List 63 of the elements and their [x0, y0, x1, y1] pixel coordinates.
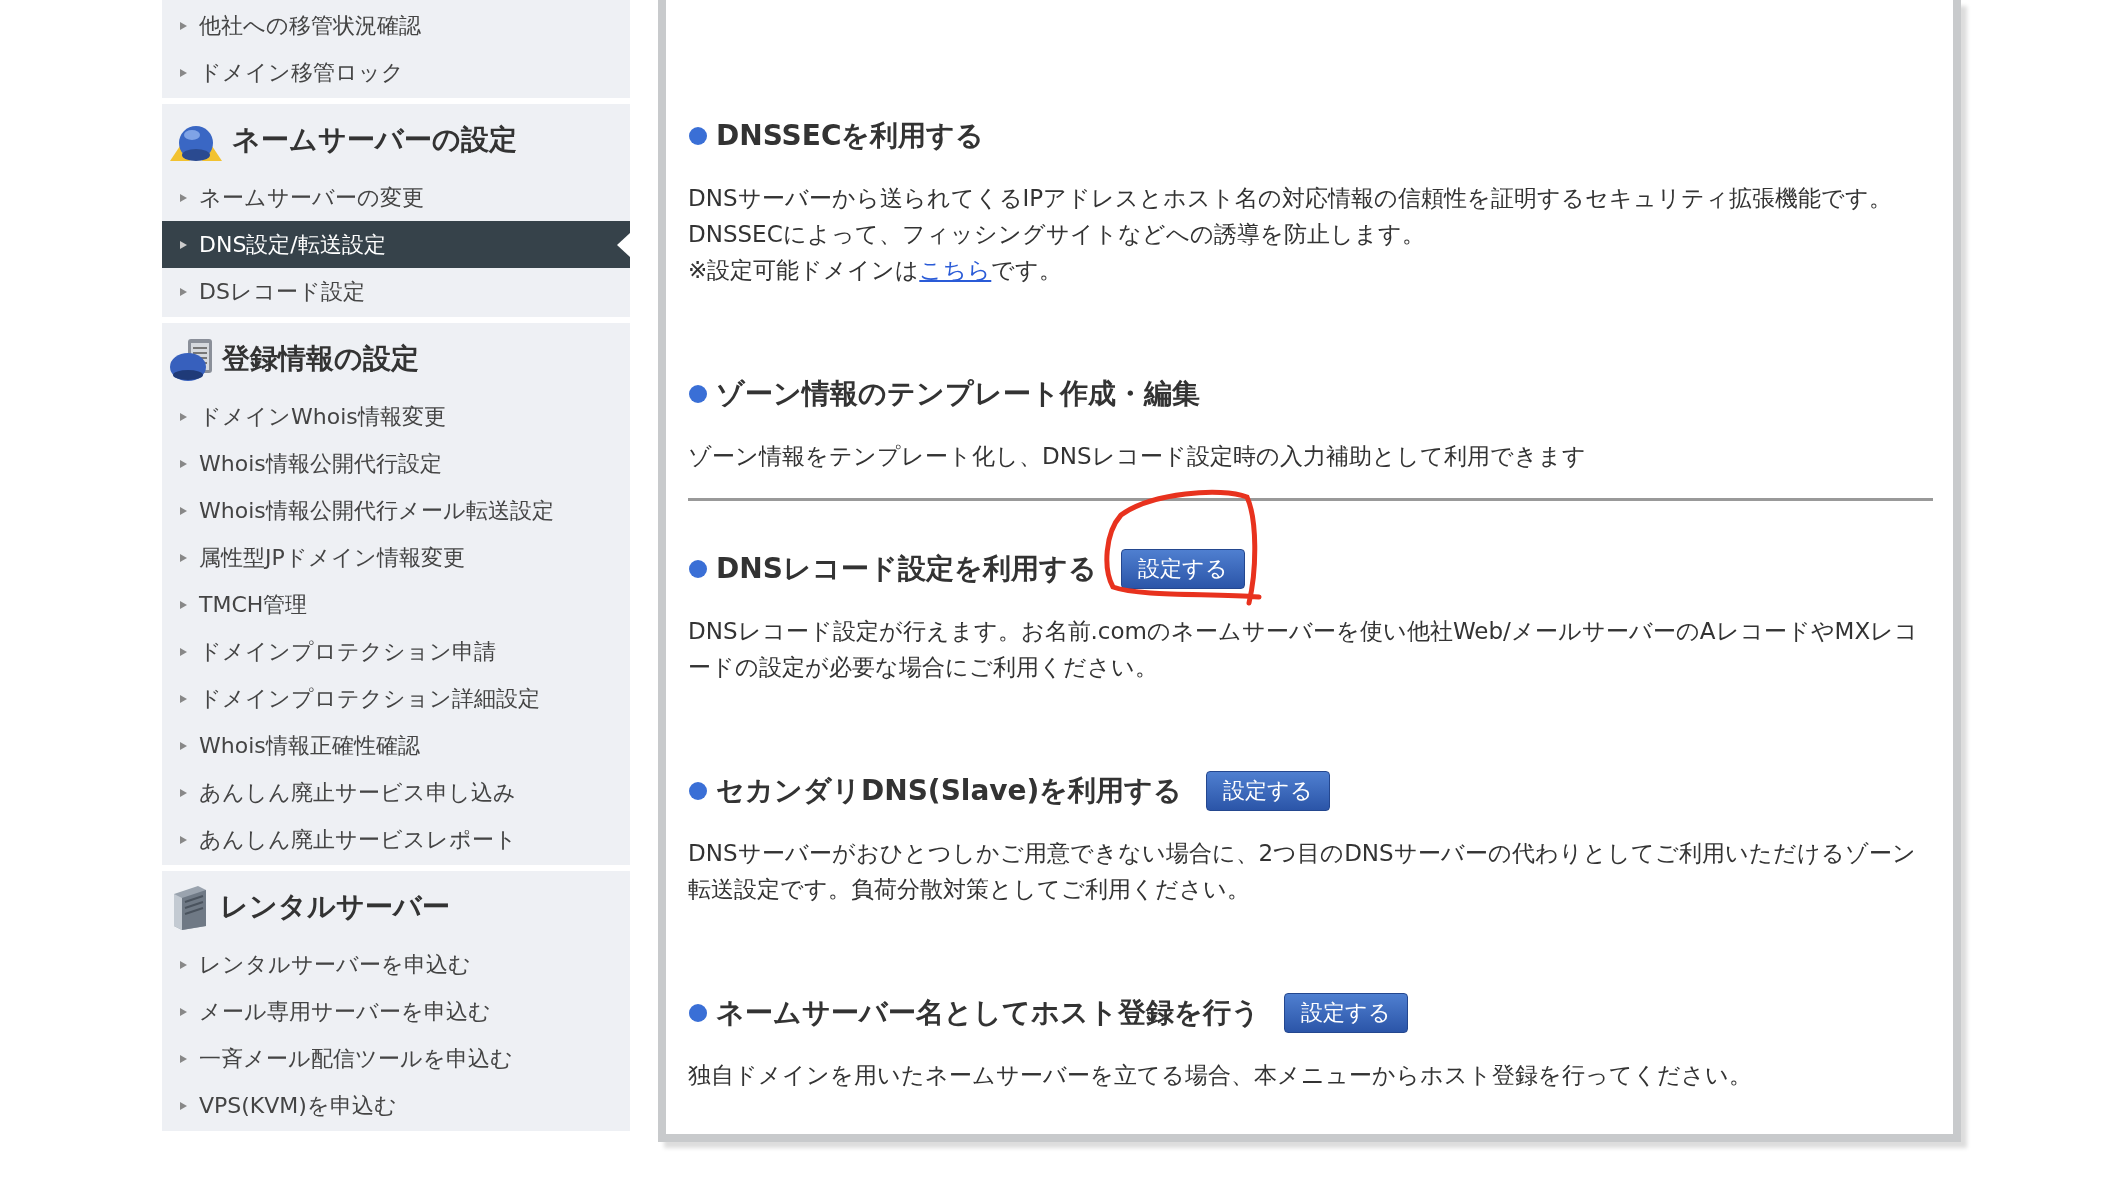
section-title: ゾーン情報のテンプレート作成・編集 — [716, 377, 1200, 411]
sidebar-link[interactable]: レンタルサーバーを申込む — [162, 941, 630, 988]
triangle-bullet-icon — [180, 287, 187, 296]
pointer-notch-icon — [617, 232, 630, 257]
settings-button[interactable]: 設定する — [1206, 771, 1331, 811]
triangle-bullet-icon — [180, 193, 187, 202]
triangle-bullet-icon — [180, 240, 187, 249]
description-text: DNSレコード設定が行えます。お名前.comのネームサーバーを使い他社Web/メールサーバーのAレコードやMXレコードの設定が必要な場合にご利用ください。 — [688, 617, 1920, 682]
sidebar-link[interactable]: あんしん廃止サービス申し込み — [162, 769, 630, 816]
triangle-bullet-icon — [180, 1101, 187, 1110]
sidebar-link[interactable]: Whois情報公開代行メール転送設定 — [162, 487, 630, 534]
sidebar-link[interactable]: VPS(KVM)を申込む — [162, 1082, 630, 1129]
section-heading: レンタルサーバー — [220, 889, 450, 925]
triangle-bullet-icon — [180, 788, 187, 797]
settings-button[interactable]: 設定する — [1120, 549, 1245, 589]
sidebar-link[interactable]: ドメイン移管ロック — [162, 49, 630, 96]
triangle-bullet-icon — [180, 1007, 187, 1016]
sidebar-link[interactable]: TMCH管理 — [162, 581, 630, 628]
triangle-bullet-icon — [180, 1054, 187, 1063]
sidebar-link[interactable]: ドメインプロテクション申請 — [162, 628, 630, 675]
triangle-bullet-icon — [180, 960, 187, 969]
triangle-bullet-icon — [180, 694, 187, 703]
sidebar-link[interactable]: ドメインプロテクション詳細設定 — [162, 675, 630, 722]
section-title: DNSSECを利用する — [716, 119, 985, 153]
sidebar-link[interactable]: 属性型JPドメイン情報変更 — [162, 534, 630, 581]
sidebar-link[interactable]: 他社への移管状況確認 — [162, 2, 630, 49]
triangle-bullet-icon — [180, 459, 187, 468]
sidebar-link[interactable]: ドメインWhois情報変更 — [162, 393, 630, 440]
triangle-bullet-icon — [180, 506, 187, 515]
description-text: ※設定可能ドメインは こちら です。 — [688, 256, 1064, 285]
bullet-icon — [688, 1003, 708, 1023]
bullet-icon — [688, 384, 708, 404]
sidebar-link[interactable]: メール専用サーバーを申込む — [162, 988, 630, 1035]
description-text: ゾーン情報をテンプレート化し、DNSレコード設定時の入力補助として利用できます — [688, 442, 1587, 471]
triangle-bullet-icon — [180, 741, 187, 750]
description-text: DNSサーバーから送られてくるIPアドレスとホスト名の対応情報の信頼性を証明するセキュリティ拡張機能です。 — [688, 184, 1894, 213]
sidebar-link[interactable]: 一斉メール配信ツールを申込む — [162, 1035, 630, 1082]
triangle-bullet-icon — [180, 835, 187, 844]
bullet-icon — [688, 781, 708, 801]
sidebar-link[interactable]: ネームサーバーの変更 — [162, 174, 630, 221]
description-text: DNSサーバーがおひとつしかご用意できない場合に、2つ目のDNSサーバーの代わりとしてご利用いただけるゾーン転送設定です。負荷分散対策としてご利用ください。 — [688, 839, 1917, 904]
triangle-bullet-icon — [180, 600, 187, 609]
section-title: ネームサーバー名としてホスト登録を行う — [716, 996, 1260, 1030]
bullet-icon — [688, 126, 708, 146]
sidebar-link[interactable]: あんしん廃止サービスレポート — [162, 816, 630, 863]
section-heading: 登録情報の設定 — [222, 341, 419, 377]
triangle-bullet-icon — [180, 68, 187, 77]
sidebar-link[interactable]: Whois情報公開代行設定 — [162, 440, 630, 487]
bullet-icon — [688, 559, 708, 579]
sidebar-link[interactable]: DNS設定/転送設定 — [162, 221, 630, 268]
sidebar-link[interactable]: DSレコード設定 — [162, 268, 630, 315]
section-title: セカンダリDNS(Slave)を利用する — [716, 774, 1183, 808]
triangle-bullet-icon — [180, 647, 187, 656]
triangle-bullet-icon — [180, 21, 187, 30]
section-heading: ネームサーバーの設定 — [232, 122, 517, 158]
triangle-bullet-icon — [180, 553, 187, 562]
sidebar-link[interactable]: Whois情報正確性確認 — [162, 722, 630, 769]
description-text: 独自ドメインを用いたネームサーバーを立てる場合、本メニューからホスト登録を行ってください。 — [688, 1061, 1753, 1090]
link[interactable]: こちら — [919, 257, 992, 283]
settings-button[interactable]: 設定する — [1284, 993, 1408, 1033]
triangle-bullet-icon — [180, 412, 187, 421]
description-text: DNSSECによって、フィッシングサイトなどへの誘導を防止します。 — [688, 220, 1426, 249]
section-title: DNSレコード設定を利用する — [716, 552, 1097, 586]
